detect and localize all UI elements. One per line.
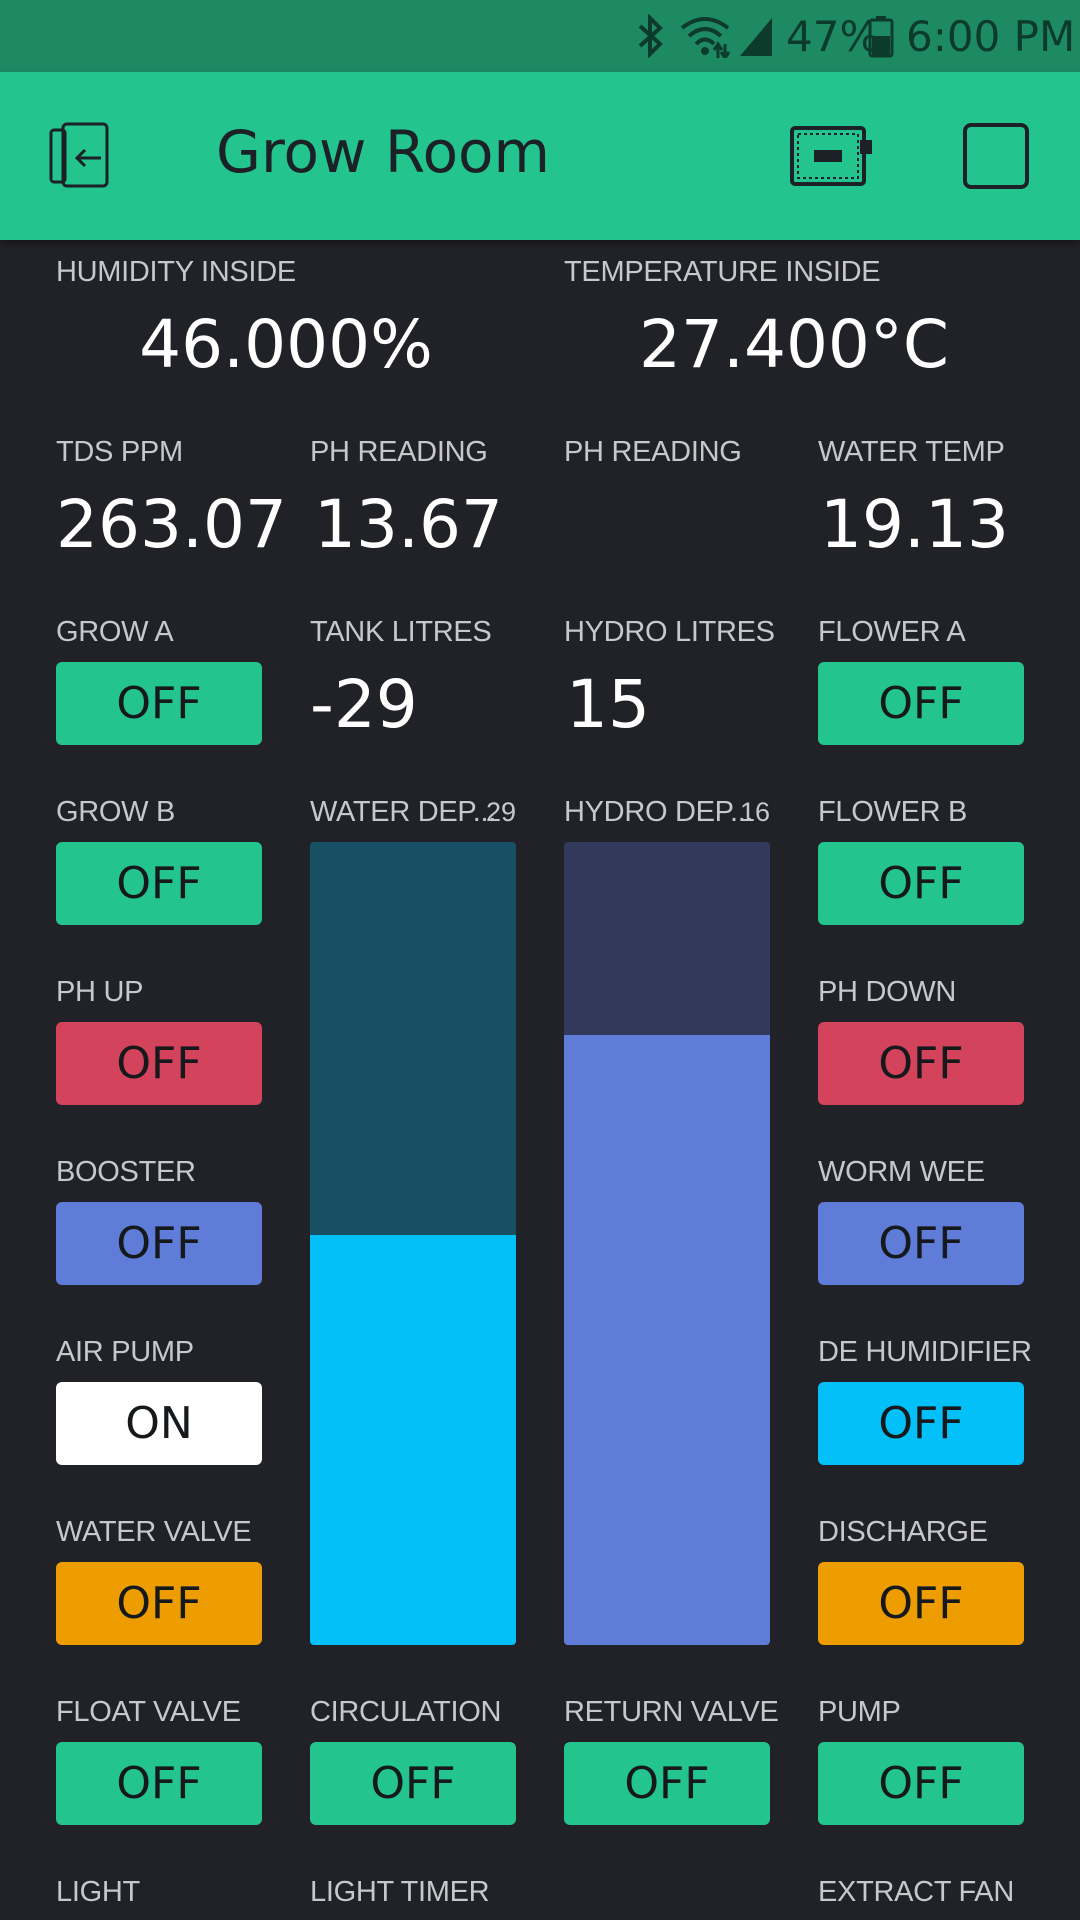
pump-label: PUMP: [818, 1696, 901, 1728]
humidity-value: 46.000%: [139, 306, 433, 383]
exit-icon[interactable]: [48, 120, 120, 197]
booster-label: BOOSTER: [56, 1156, 196, 1188]
ph-down-label: PH DOWN: [818, 976, 957, 1008]
water-depth-gauge: [310, 842, 516, 1645]
bluetooth-icon: [636, 8, 666, 64]
app-bar: Grow Room: [0, 72, 1080, 240]
device-icon[interactable]: [790, 124, 874, 193]
grow-a-label: GROW A: [56, 616, 174, 648]
float-valve-button[interactable]: OFF: [56, 1742, 262, 1825]
return-valve-button[interactable]: OFF: [564, 1742, 770, 1825]
humidity-label: HUMIDITY INSIDE: [56, 256, 296, 288]
flower-b-label: FLOWER B: [818, 796, 968, 828]
grow-b-label: GROW B: [56, 796, 176, 828]
worm-wee-button[interactable]: OFF: [818, 1202, 1024, 1285]
discharge-button[interactable]: OFF: [818, 1562, 1024, 1645]
battery-icon: [868, 8, 894, 64]
ph-up-button[interactable]: OFF: [56, 1022, 262, 1105]
signal-icon: [738, 8, 774, 64]
discharge-label: DISCHARGE: [818, 1516, 988, 1548]
circulation-button[interactable]: OFF: [310, 1742, 516, 1825]
light-timer-label: LIGHT TIMER: [310, 1876, 490, 1908]
flower-a-label: FLOWER A: [818, 616, 966, 648]
water-depth-gauge-fill: [310, 1235, 516, 1645]
tds-value: 263.07: [56, 486, 287, 563]
square-icon[interactable]: [962, 122, 1030, 195]
battery-percent: 47%: [786, 11, 880, 61]
return-valve-label: RETURN VALVE: [564, 1696, 779, 1728]
pump-button[interactable]: OFF: [818, 1742, 1024, 1825]
flower-b-button[interactable]: OFF: [818, 842, 1024, 925]
extract-fan-label: EXTRACT FAN: [818, 1876, 1014, 1908]
ph-reading-label: PH READING: [310, 436, 488, 468]
hydro-depth-gauge-fill: [564, 1034, 770, 1645]
ph-reading-value: 13.67: [314, 486, 503, 563]
status-bar: 47% 6:00 PM: [0, 0, 1080, 72]
ph-down-button[interactable]: OFF: [818, 1022, 1024, 1105]
de-humidifier-button[interactable]: OFF: [818, 1382, 1024, 1465]
hydro-litres-label: HYDRO LITRES: [564, 616, 775, 648]
tank-litres-label: TANK LITRES: [310, 616, 492, 648]
tank-litres-value: -29: [310, 666, 418, 743]
water-temp-value: 19.13: [820, 486, 1009, 563]
booster-button[interactable]: OFF: [56, 1202, 262, 1285]
light-label: LIGHT: [56, 1876, 140, 1908]
de-humidifier-label: DE HUMIDIFIER: [818, 1336, 1032, 1368]
wifi-icon: [678, 8, 732, 64]
ph-reading-2-label: PH READING: [564, 436, 742, 468]
water-valve-label: WATER VALVE: [56, 1516, 252, 1548]
temperature-label: TEMPERATURE INSIDE: [564, 256, 881, 288]
flower-a-button[interactable]: OFF: [818, 662, 1024, 745]
tds-label: TDS PPM: [56, 436, 183, 468]
water-temp-label: WATER TEMP: [818, 436, 1005, 468]
hydro-depth-value: 16: [739, 797, 770, 827]
ph-up-label: PH UP: [56, 976, 144, 1008]
water-valve-button[interactable]: OFF: [56, 1562, 262, 1645]
hydro-depth-gauge: [564, 842, 770, 1645]
air-pump-label: AIR PUMP: [56, 1336, 194, 1368]
worm-wee-label: WORM WEE: [818, 1156, 985, 1188]
hydro-litres-value: 15: [566, 666, 650, 743]
temperature-value: 27.400°C: [638, 306, 950, 383]
app-title: Grow Room: [216, 118, 551, 186]
water-depth-value: 29: [485, 797, 516, 827]
clock: 6:00 PM: [906, 11, 1076, 61]
grow-a-button[interactable]: OFF: [56, 662, 262, 745]
float-valve-label: FLOAT VALVE: [56, 1696, 241, 1728]
air-pump-button[interactable]: ON: [56, 1382, 262, 1465]
circulation-label: CIRCULATION: [310, 1696, 502, 1728]
grow-b-button[interactable]: OFF: [56, 842, 262, 925]
